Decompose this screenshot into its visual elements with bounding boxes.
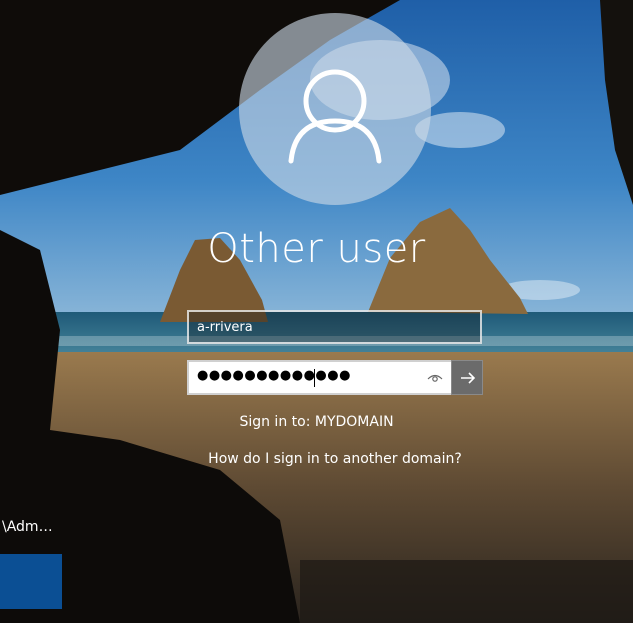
other-domain-help-link[interactable]: How do I sign in to another domain? xyxy=(0,451,633,467)
user-list-item-tile[interactable] xyxy=(0,554,62,609)
eye-icon[interactable] xyxy=(425,370,445,386)
arrow-right-icon xyxy=(461,372,476,384)
page-title: Other user xyxy=(207,226,426,272)
text-caret xyxy=(314,369,315,387)
password-field[interactable]: ●●●●●●●●●●●●● xyxy=(187,360,483,395)
username-input[interactable] xyxy=(187,310,482,344)
password-masked-value: ●●●●●●●●●●●●● xyxy=(197,368,351,383)
user-silhouette-icon xyxy=(288,69,382,164)
user-avatar xyxy=(239,13,431,205)
submit-button[interactable] xyxy=(451,360,483,395)
user-list-item-label[interactable]: \Adm… xyxy=(2,519,53,535)
sign-in-domain-text: Sign in to: MYDOMAIN xyxy=(239,414,394,430)
